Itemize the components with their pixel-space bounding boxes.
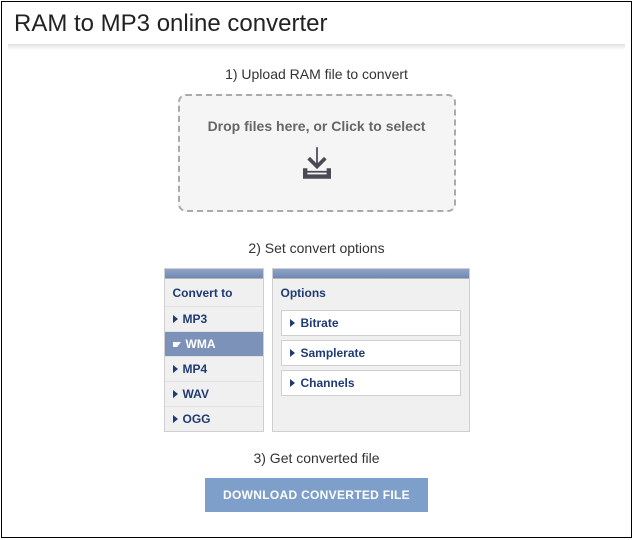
option-label: Samplerate (301, 346, 366, 360)
convert-to-panel: Convert to MP3 WMA MP4 WAV OGG (164, 268, 264, 432)
option-item-bitrate[interactable]: Bitrate (281, 310, 461, 336)
triangle-icon (173, 365, 178, 373)
format-label: WAV (183, 387, 209, 401)
format-item-ogg[interactable]: OGG (165, 406, 263, 431)
options-title: Options (273, 279, 469, 306)
panel-header-bar (273, 269, 469, 279)
triangle-icon (290, 379, 295, 387)
format-label: OGG (183, 412, 211, 426)
triangle-icon (173, 342, 181, 347)
convert-to-title: Convert to (165, 279, 263, 306)
triangle-icon (290, 319, 295, 327)
upload-dropzone[interactable]: Drop files here, or Click to select (178, 94, 456, 212)
format-label: WMA (186, 337, 216, 351)
triangle-icon (173, 315, 178, 323)
format-item-mp3[interactable]: MP3 (165, 306, 263, 331)
step1-label: 1) Upload RAM file to convert (42, 66, 591, 82)
format-label: MP3 (183, 312, 208, 326)
option-label: Bitrate (301, 316, 339, 330)
content: 1) Upload RAM file to convert Drop files… (2, 50, 631, 512)
options-panel: Options Bitrate Samplerate Channels (272, 268, 470, 432)
option-label: Channels (301, 376, 355, 390)
triangle-icon (173, 390, 178, 398)
page-title: RAM to MP3 online converter (2, 2, 631, 44)
format-item-wav[interactable]: WAV (165, 381, 263, 406)
triangle-icon (290, 349, 295, 357)
triangle-icon (173, 415, 178, 423)
dropzone-text: Drop files here, or Click to select (208, 118, 426, 134)
format-item-wma[interactable]: WMA (165, 331, 263, 356)
upload-icon (296, 142, 338, 189)
option-item-samplerate[interactable]: Samplerate (281, 340, 461, 366)
format-item-mp4[interactable]: MP4 (165, 356, 263, 381)
step2-label: 2) Set convert options (42, 240, 591, 256)
options-panels: Convert to MP3 WMA MP4 WAV OGG Options Bitra… (42, 268, 591, 432)
format-list: MP3 WMA MP4 WAV OGG (165, 306, 263, 431)
format-label: MP4 (183, 362, 208, 376)
app-frame: RAM to MP3 online converter 1) Upload RA… (1, 1, 632, 538)
options-list: Bitrate Samplerate Channels (273, 310, 469, 396)
step3-label: 3) Get converted file (42, 450, 591, 466)
panel-header-bar (165, 269, 263, 279)
download-button[interactable]: DOWNLOAD CONVERTED FILE (205, 478, 428, 512)
option-item-channels[interactable]: Channels (281, 370, 461, 396)
